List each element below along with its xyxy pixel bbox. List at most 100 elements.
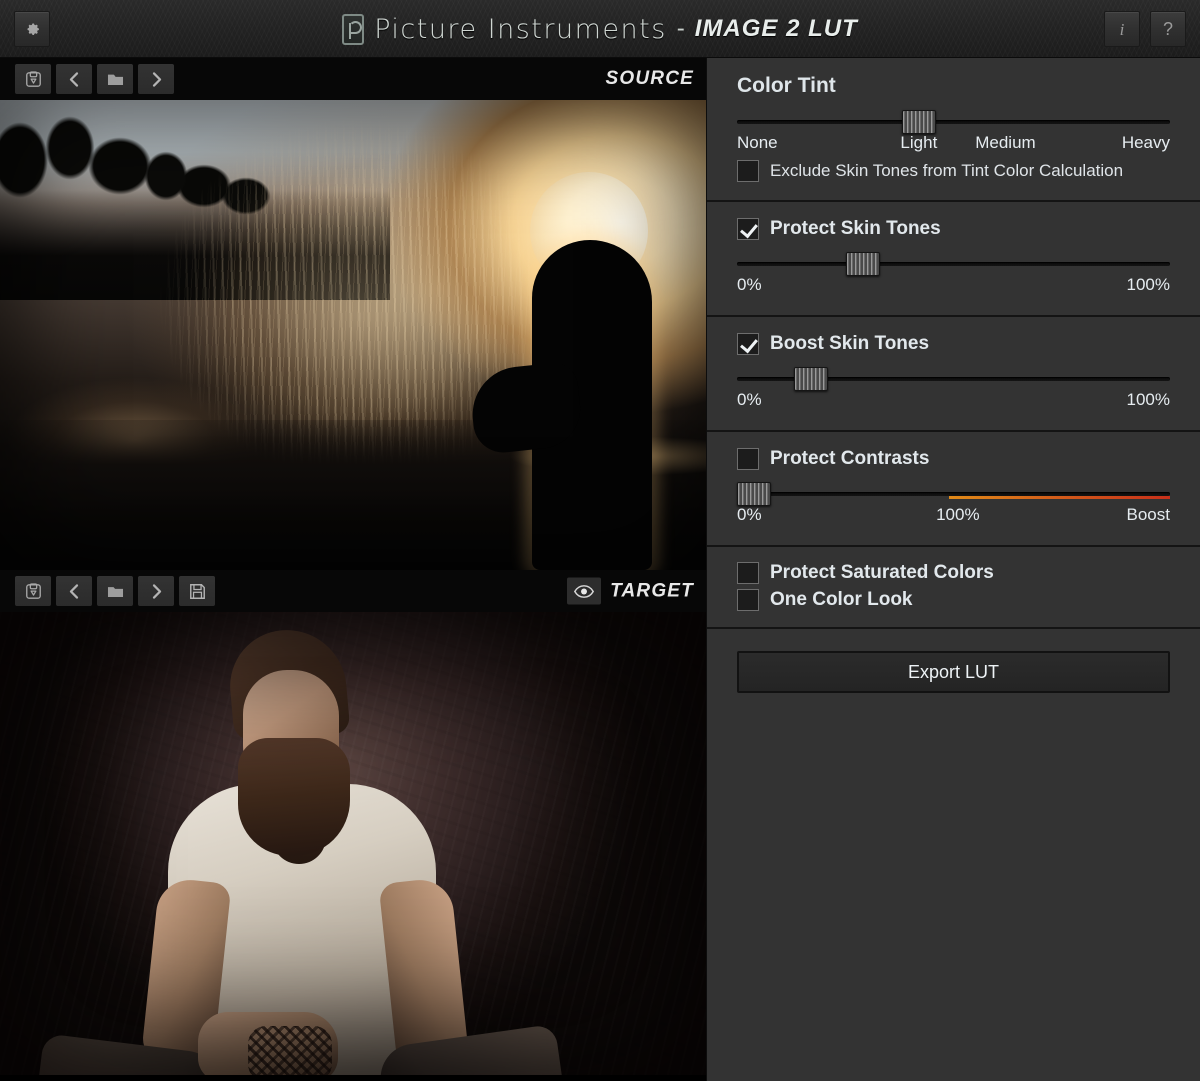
protect-skin-tones-min-label: 0% xyxy=(737,275,762,295)
color-tint-title: Color Tint xyxy=(737,58,1170,98)
load-preset-icon xyxy=(24,582,43,601)
chevron-left-icon xyxy=(66,70,83,89)
protect-skin-tones-label: Protect Skin Tones xyxy=(770,217,941,240)
protect-skin-tones-checkbox[interactable] xyxy=(737,218,759,240)
protect-saturated-colors-label: Protect Saturated Colors xyxy=(770,561,994,584)
target-load-preset-button[interactable] xyxy=(15,576,51,606)
application-window: Picture Instruments - IMAGE 2 LUT i ? xyxy=(0,0,1200,1081)
target-label: TARGET xyxy=(610,580,694,602)
one-color-look-checkbox[interactable] xyxy=(737,589,759,611)
target-open-folder-button[interactable] xyxy=(97,576,133,606)
chevron-left-icon xyxy=(66,582,83,601)
source-toolbar-buttons xyxy=(15,64,174,94)
boost-skin-tones-max-label: 100% xyxy=(1127,390,1170,410)
exclude-skin-tones-checkbox[interactable] xyxy=(737,160,759,182)
brand-product-name: IMAGE 2 LUT xyxy=(695,15,858,43)
one-color-look-row[interactable]: One Color Look xyxy=(737,584,1170,611)
chevron-right-icon xyxy=(148,582,165,601)
protect-skin-tones-max-label: 100% xyxy=(1127,275,1170,295)
folder-icon xyxy=(105,70,126,89)
boost-skin-tones-min-label: 0% xyxy=(737,390,762,410)
brand-company-name: Picture Instruments xyxy=(374,14,667,45)
image-preview-column: SOURCE xyxy=(0,58,706,1081)
chevron-right-icon xyxy=(148,70,165,89)
protect-contrasts-scale: 0% 100% Boost xyxy=(737,505,1170,531)
target-image[interactable] xyxy=(0,612,706,1075)
boost-skin-tones-label: Boost Skin Tones xyxy=(770,332,929,355)
source-label-group: SOURCE xyxy=(606,68,695,90)
brand-separator: - xyxy=(677,15,685,43)
protect-skin-tones-slider[interactable]: 0% 100% xyxy=(737,240,1170,301)
section-export: Export LUT xyxy=(707,629,1200,693)
folder-icon xyxy=(105,582,126,601)
protect-skin-tones-row[interactable]: Protect Skin Tones xyxy=(737,202,1170,240)
source-open-folder-button[interactable] xyxy=(97,64,133,94)
exclude-skin-tones-row[interactable]: Exclude Skin Tones from Tint Color Calcu… xyxy=(737,159,1170,186)
color-tint-scale: None Light Medium Heavy xyxy=(737,133,1170,159)
protect-saturated-colors-checkbox[interactable] xyxy=(737,562,759,584)
protect-contrasts-slider[interactable]: 0% 100% Boost xyxy=(737,470,1170,531)
help-button[interactable]: ? xyxy=(1150,11,1186,47)
source-next-button[interactable] xyxy=(138,64,174,94)
color-tint-tick-none: None xyxy=(737,133,778,153)
section-color-options: Protect Saturated Colors One Color Look xyxy=(707,547,1200,629)
target-toolbar: TARGET xyxy=(0,570,706,612)
color-tint-tick-heavy: Heavy xyxy=(1122,133,1170,153)
eye-icon xyxy=(573,584,595,598)
protect-skin-tones-slider-track[interactable] xyxy=(737,262,1170,266)
info-button[interactable]: i xyxy=(1104,11,1140,47)
protect-contrasts-slider-thumb[interactable] xyxy=(737,482,771,506)
source-previous-button[interactable] xyxy=(56,64,92,94)
title-bar: Picture Instruments - IMAGE 2 LUT i ? xyxy=(0,0,1200,58)
protect-contrasts-min-label: 0% xyxy=(737,505,762,525)
gear-icon xyxy=(24,20,41,37)
color-tint-slider-track[interactable] xyxy=(737,120,1170,124)
protect-contrasts-row[interactable]: Protect Contrasts xyxy=(737,432,1170,470)
target-label-group: TARGET xyxy=(567,578,694,605)
boost-skin-tones-row[interactable]: Boost Skin Tones xyxy=(737,317,1170,355)
boost-skin-tones-scale: 0% 100% xyxy=(737,390,1170,416)
section-color-tint: Color Tint None Light Medium Heavy Exclu… xyxy=(707,58,1200,202)
protect-skin-tones-scale: 0% 100% xyxy=(737,275,1170,301)
boost-skin-tones-slider-track[interactable] xyxy=(737,377,1170,381)
boost-skin-tones-slider-thumb[interactable] xyxy=(794,367,828,391)
target-save-button[interactable] xyxy=(179,576,215,606)
settings-button[interactable] xyxy=(14,11,50,47)
titlebar-actions: i ? xyxy=(1104,11,1186,47)
protect-saturated-colors-row[interactable]: Protect Saturated Colors xyxy=(737,561,1170,584)
source-label: SOURCE xyxy=(606,68,695,90)
export-lut-button[interactable]: Export LUT xyxy=(737,651,1170,693)
protect-contrasts-label: Protect Contrasts xyxy=(770,447,929,470)
target-image-vignette xyxy=(0,612,706,1075)
source-load-preset-button[interactable] xyxy=(15,64,51,94)
question-mark-icon: ? xyxy=(1163,20,1173,38)
source-toolbar: SOURCE xyxy=(0,58,706,100)
section-boost-skin-tones: Boost Skin Tones 0% 100% xyxy=(707,317,1200,432)
boost-skin-tones-slider[interactable]: 0% 100% xyxy=(737,355,1170,416)
protect-contrasts-max-label: Boost xyxy=(1127,505,1170,525)
section-protect-skin-tones: Protect Skin Tones 0% 100% xyxy=(707,202,1200,317)
exclude-skin-tones-label: Exclude Skin Tones from Tint Color Calcu… xyxy=(770,159,1123,182)
picture-instruments-logo-icon xyxy=(342,14,364,45)
save-icon xyxy=(188,582,207,601)
protect-contrasts-mid-label: 100% xyxy=(936,505,979,525)
boost-skin-tones-checkbox[interactable] xyxy=(737,333,759,355)
target-next-button[interactable] xyxy=(138,576,174,606)
controls-panel: Color Tint None Light Medium Heavy Exclu… xyxy=(706,58,1200,1081)
info-icon: i xyxy=(1120,21,1125,38)
toggle-preview-button[interactable] xyxy=(567,578,601,605)
color-tint-slider-thumb[interactable] xyxy=(902,110,936,134)
protect-contrasts-checkbox[interactable] xyxy=(737,448,759,470)
source-image-vignette xyxy=(0,100,706,570)
source-image[interactable] xyxy=(0,100,706,570)
color-tint-slider[interactable]: None Light Medium Heavy xyxy=(737,98,1170,159)
brand-title: Picture Instruments - IMAGE 2 LUT xyxy=(0,0,1200,58)
target-toolbar-buttons xyxy=(15,576,215,606)
section-protect-contrasts: Protect Contrasts 0% 100% Boost xyxy=(707,432,1200,547)
protect-skin-tones-slider-thumb[interactable] xyxy=(846,252,880,276)
target-previous-button[interactable] xyxy=(56,576,92,606)
color-tint-tick-medium: Medium xyxy=(975,133,1035,153)
color-tint-tick-light: Light xyxy=(900,133,937,153)
protect-contrasts-slider-track[interactable] xyxy=(737,492,1170,496)
one-color-look-label: One Color Look xyxy=(770,588,913,611)
